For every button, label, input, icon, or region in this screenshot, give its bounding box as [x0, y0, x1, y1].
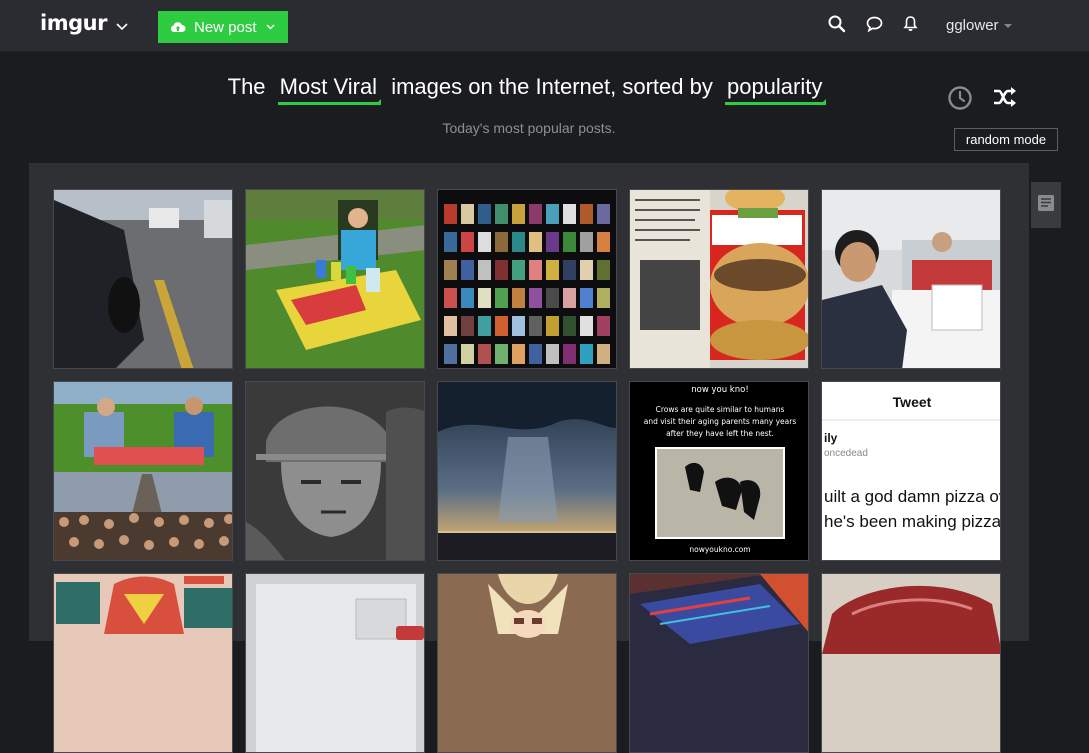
gallery-thumbnail[interactable]	[437, 573, 617, 753]
sort-label: popularity	[726, 74, 823, 99]
tweet-title: Tweet	[893, 394, 932, 410]
tweet-handle: oncedead	[824, 448, 868, 459]
top-nav-bar: imgur New post gglower	[0, 0, 1089, 52]
headline-prefix: The	[227, 74, 266, 99]
gallery-thumbnail[interactable]: Tweet ily oncedead uilt a god damn pizza…	[821, 381, 1001, 561]
tweet-name: ily	[824, 431, 838, 445]
tweet-text: uilt a god damn pizza ov	[824, 487, 1001, 506]
headline-middle: images on the Internet, sorted by	[391, 74, 713, 99]
gallery-thumbnail[interactable]	[629, 573, 809, 753]
tweet-text: he's been making pizza	[824, 512, 1001, 531]
shuffle-icon[interactable]	[992, 86, 1018, 108]
meme-footer: nowyoukno.com	[689, 545, 750, 554]
gallery-thumbnail[interactable]	[629, 189, 809, 369]
chat-icon[interactable]	[866, 16, 883, 32]
gallery-thumbnail[interactable]	[245, 189, 425, 369]
gallery-thumbnail[interactable]	[437, 381, 617, 561]
meme-line: after they have left the nest.	[666, 429, 774, 438]
new-post-button[interactable]: New post	[158, 11, 288, 43]
username-menu[interactable]: gglower	[946, 17, 999, 34]
meme-line: and visit their aging parents many years	[644, 417, 797, 426]
gallery-thumbnail[interactable]	[821, 189, 1001, 369]
new-post-label: New post	[194, 18, 257, 36]
sort-selector[interactable]: popularity	[724, 74, 827, 105]
gallery-thumbnail[interactable]: now you kno! Crows are quite similar to …	[629, 381, 809, 561]
sidebar-toggle[interactable]	[1031, 182, 1061, 228]
section-label: Most Viral	[279, 74, 378, 99]
chevron-down-icon	[266, 24, 275, 30]
gallery-thumbnail[interactable]	[53, 573, 233, 753]
search-icon[interactable]	[828, 15, 846, 33]
meme-line: Crows are quite similar to humans	[656, 405, 785, 414]
bell-icon[interactable]	[903, 15, 918, 32]
section-selector[interactable]: Most Viral	[277, 74, 382, 105]
imgur-logo[interactable]: imgur	[40, 11, 107, 35]
dropdown-corner-icon	[375, 99, 382, 105]
document-icon	[1037, 194, 1055, 216]
page-subtitle: Today's most popular posts.	[442, 120, 616, 136]
gallery-thumbnail[interactable]	[245, 573, 425, 753]
gallery-thumbnail[interactable]	[53, 381, 233, 561]
gallery-thumbnail[interactable]	[245, 381, 425, 561]
meme-title: now you kno!	[691, 385, 748, 395]
gallery-thumbnail[interactable]	[53, 189, 233, 369]
chevron-down-icon[interactable]	[1004, 24, 1012, 28]
cloud-upload-icon	[170, 21, 186, 33]
page-headline: The Most Viral images on the Internet, s…	[0, 74, 1058, 105]
gallery-thumbnail[interactable]	[437, 189, 617, 369]
chevron-down-icon[interactable]	[116, 16, 128, 35]
dropdown-corner-icon	[820, 99, 827, 105]
clock-icon[interactable]	[947, 85, 973, 111]
gallery-thumbnail[interactable]	[821, 573, 1001, 753]
random-mode-tooltip: random mode	[954, 128, 1058, 151]
